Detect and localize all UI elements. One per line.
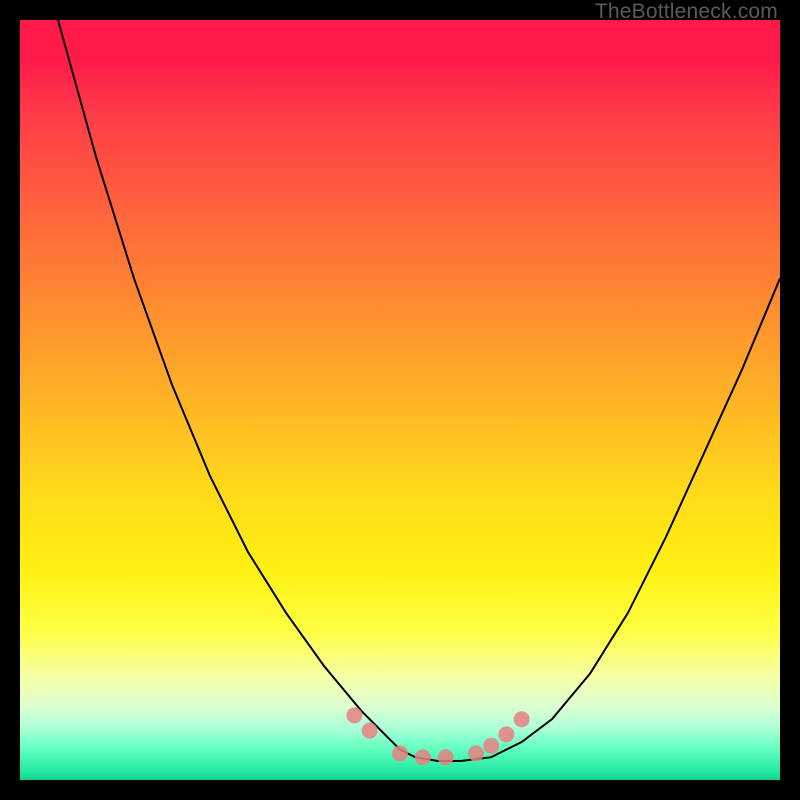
curve-svg xyxy=(20,20,780,780)
curve-marker xyxy=(346,707,362,723)
curve-marker xyxy=(392,745,408,761)
bottleneck-markers-group xyxy=(346,707,529,765)
curve-marker xyxy=(415,749,431,765)
plot-area xyxy=(20,20,780,780)
curve-marker xyxy=(468,745,484,761)
chart-frame: TheBottleneck.com xyxy=(0,0,800,800)
curve-marker xyxy=(514,711,530,727)
curve-marker xyxy=(498,726,514,742)
curve-marker xyxy=(483,738,499,754)
curve-marker xyxy=(362,723,378,739)
curve-marker xyxy=(438,749,454,765)
bottleneck-curve xyxy=(20,20,780,761)
